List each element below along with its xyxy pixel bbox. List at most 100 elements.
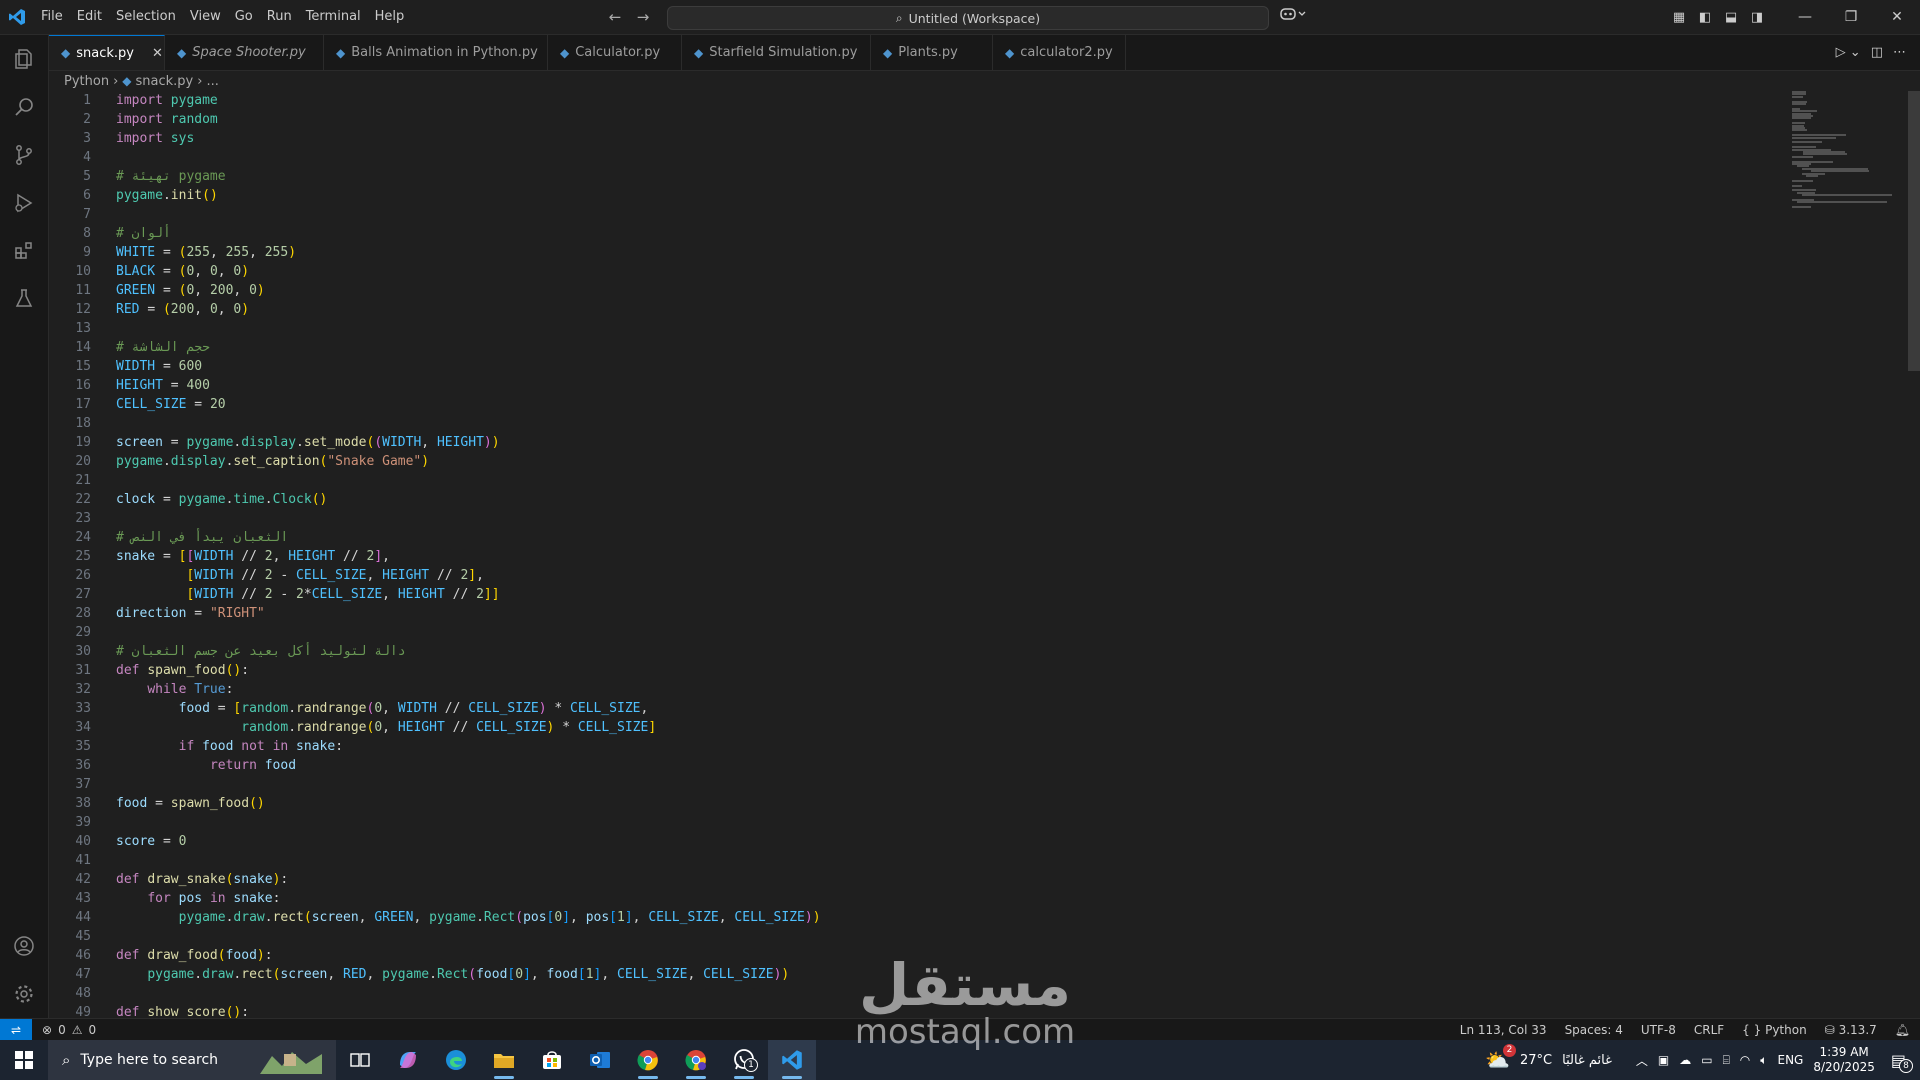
more-actions-icon[interactable]: ⋯	[1893, 45, 1906, 60]
edge-browser-icon[interactable]	[432, 1040, 480, 1080]
vscode-taskbar-icon[interactable]	[768, 1040, 816, 1080]
tab-space-shooter[interactable]: ◆ Space Shooter.py	[165, 35, 324, 70]
code-editor[interactable]: 1 import pygame 2 import random 3 import sys 4…	[49, 91, 1909, 1018]
split-editor-icon[interactable]: ◫	[1871, 45, 1883, 60]
code-line[interactable]: 22 clock = pygame.time.Clock()	[49, 490, 1749, 509]
explorer-icon[interactable]	[0, 35, 48, 83]
menu-go[interactable]: Go	[228, 0, 260, 34]
customize-layout-icon[interactable]: ▦	[1666, 10, 1692, 25]
code-line[interactable]: 35 if food not in snake:	[49, 737, 1749, 756]
code-line[interactable]: 10 BLACK = (0, 0, 0)	[49, 262, 1749, 281]
code-line[interactable]: 19 screen = pygame.display.set_mode((WIDT…	[49, 433, 1749, 452]
menu-view[interactable]: View	[183, 0, 228, 34]
code-line[interactable]: 14 # حجم الشاشة	[49, 338, 1749, 357]
code-line[interactable]: 31 def spawn_food():	[49, 661, 1749, 680]
wifi-icon[interactable]: ◠	[1740, 1053, 1750, 1067]
forward-arrow-icon[interactable]: →	[634, 8, 652, 26]
code-line[interactable]: 28 direction = "RIGHT"	[49, 604, 1749, 623]
tab-snack[interactable]: ◆ snack.py ✕	[49, 35, 165, 70]
taskbar-search[interactable]: ⌕ Type here to search	[48, 1040, 336, 1080]
code-line[interactable]: 9 WHITE = (255, 255, 255)	[49, 243, 1749, 262]
manage-gear-icon[interactable]	[0, 970, 48, 1018]
menu-terminal[interactable]: Terminal	[299, 0, 368, 34]
code-line[interactable]: 43 for pos in snake:	[49, 889, 1749, 908]
tab-balls-animation[interactable]: ◆ Balls Animation in Python.py	[324, 35, 548, 70]
onedrive-icon[interactable]: ☁	[1679, 1053, 1691, 1067]
code-line[interactable]: 33 food = [random.randrange(0, WIDTH // …	[49, 699, 1749, 718]
task-view-icon[interactable]	[336, 1040, 384, 1080]
code-line[interactable]: 32 while True:	[49, 680, 1749, 699]
line-ending[interactable]: CRLF	[1694, 1023, 1724, 1037]
code-line[interactable]: 1 import pygame	[49, 91, 1749, 110]
code-line[interactable]: 39	[49, 813, 1749, 832]
code-line[interactable]: 45	[49, 927, 1749, 946]
scrollbar-thumb[interactable]	[1908, 91, 1920, 371]
notifications-bell-icon[interactable]: 🔔︎	[1895, 1023, 1910, 1037]
code-line[interactable]: 17 CELL_SIZE = 20	[49, 395, 1749, 414]
tab-calculator2[interactable]: ◆ calculator2.py	[993, 35, 1126, 70]
code-line[interactable]: 18	[49, 414, 1749, 433]
toggle-panel-icon[interactable]: ⬓	[1718, 10, 1744, 25]
code-line[interactable]: 4	[49, 148, 1749, 167]
tab-starfield[interactable]: ◆ Starfield Simulation.py	[682, 35, 871, 70]
code-line[interactable]: 11 GREEN = (0, 200, 0)	[49, 281, 1749, 300]
outlook-icon[interactable]	[576, 1040, 624, 1080]
code-line[interactable]: 40 score = 0	[49, 832, 1749, 851]
menu-edit[interactable]: Edit	[70, 0, 109, 34]
testing-icon[interactable]	[0, 275, 48, 323]
code-line[interactable]: 8 # ألوان	[49, 224, 1749, 243]
meet-now-icon[interactable]: ▣	[1658, 1053, 1669, 1067]
code-line[interactable]: 7	[49, 205, 1749, 224]
minimize-icon[interactable]: —	[1782, 9, 1828, 25]
weather-temperature[interactable]: 27°C	[1520, 1053, 1552, 1068]
code-line[interactable]: 42 def draw_snake(snake):	[49, 870, 1749, 889]
weather-condition[interactable]: غائم غالبًا	[1562, 1053, 1612, 1068]
copilot-icon[interactable]	[1280, 7, 1306, 25]
code-line[interactable]: 41	[49, 851, 1749, 870]
show-hidden-icons-chevron-icon[interactable]: ︿	[1636, 1052, 1648, 1069]
problems-indicator[interactable]: ⊗ 0 ⚠ 0	[42, 1023, 96, 1037]
code-line[interactable]: 6 pygame.init()	[49, 186, 1749, 205]
breadcrumb-folder[interactable]: Python	[64, 74, 109, 89]
code-line[interactable]: 36 return food	[49, 756, 1749, 775]
code-line[interactable]: 13	[49, 319, 1749, 338]
close-window-icon[interactable]: ✕	[1874, 9, 1920, 25]
display-icon[interactable]: ⌸	[1723, 1053, 1730, 1068]
toggle-secondary-sidebar-icon[interactable]: ◨	[1744, 10, 1770, 25]
remote-indicator-icon[interactable]: ⇌	[0, 1019, 32, 1041]
tab-plants[interactable]: ◆ Plants.py	[871, 35, 993, 70]
code-line[interactable]: 24 # الثعبان يبدأ في النص	[49, 528, 1749, 547]
run-debug-icon[interactable]	[0, 179, 48, 227]
code-line[interactable]: 37	[49, 775, 1749, 794]
encoding[interactable]: UTF-8	[1641, 1023, 1676, 1037]
microsoft-store-icon[interactable]	[528, 1040, 576, 1080]
python-interpreter[interactable]: ⛁ 3.13.7	[1825, 1023, 1877, 1037]
notifications-icon[interactable]: ▤ 8	[1891, 1051, 1913, 1073]
file-explorer-icon[interactable]	[480, 1040, 528, 1080]
code-line[interactable]: 21	[49, 471, 1749, 490]
indentation[interactable]: Spaces: 4	[1565, 1023, 1623, 1037]
input-language[interactable]: ENG	[1777, 1053, 1803, 1067]
tab-calculator[interactable]: ◆ Calculator.py	[548, 35, 682, 70]
extensions-icon[interactable]	[0, 227, 48, 275]
menu-file[interactable]: File	[34, 0, 70, 34]
code-line[interactable]: 26 [WIDTH // 2 - CELL_SIZE, HEIGHT // 2]…	[49, 566, 1749, 585]
code-line[interactable]: 29	[49, 623, 1749, 642]
code-line[interactable]: 12 RED = (200, 0, 0)	[49, 300, 1749, 319]
cursor-position[interactable]: Ln 113, Col 33	[1460, 1023, 1547, 1037]
code-line[interactable]: 23	[49, 509, 1749, 528]
restore-icon[interactable]: ❐	[1828, 9, 1874, 25]
back-arrow-icon[interactable]: ←	[606, 8, 624, 26]
menu-run[interactable]: Run	[260, 0, 299, 34]
battery-icon[interactable]: ▭	[1701, 1053, 1712, 1067]
code-line[interactable]: 38 food = spawn_food()	[49, 794, 1749, 813]
code-line[interactable]: 25 snake = [[WIDTH // 2, HEIGHT // 2],	[49, 547, 1749, 566]
volume-icon[interactable]: 🔈︎	[1760, 1053, 1767, 1068]
code-line[interactable]: 34 random.randrange(0, HEIGHT // CELL_SI…	[49, 718, 1749, 737]
minimap[interactable]	[1792, 91, 1902, 331]
source-control-icon[interactable]	[0, 131, 48, 179]
code-line[interactable]: 2 import random	[49, 110, 1749, 129]
code-line[interactable]: 27 [WIDTH // 2 - 2*CELL_SIZE, HEIGHT // …	[49, 585, 1749, 604]
chrome-profile-icon[interactable]	[672, 1040, 720, 1080]
run-python-file-icon[interactable]: ▷ ⌄	[1836, 45, 1861, 60]
